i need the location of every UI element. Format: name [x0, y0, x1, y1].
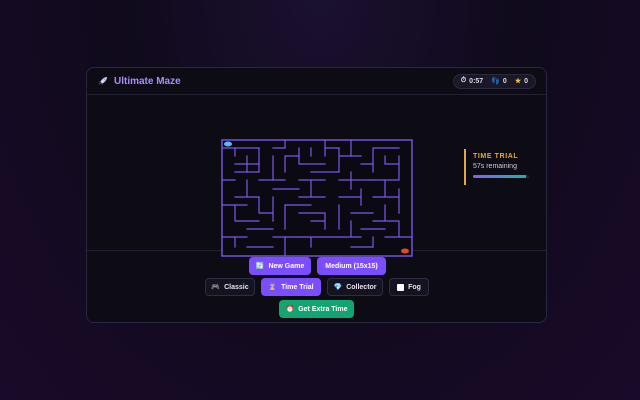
extra-time-button[interactable]: ⏰ Get Extra Time	[279, 300, 354, 318]
mode-row: 🎮 Classic ⏳ Time Trial 💎 Collector Fog	[205, 278, 429, 296]
time-trial-title: TIME TRIAL	[473, 153, 519, 160]
new-game-label: New Game	[268, 262, 305, 270]
difficulty-label: Medium (15x15)	[325, 262, 378, 270]
mode-time-trial-label: Time Trial	[281, 283, 314, 291]
time-progress-fill	[473, 175, 527, 178]
difficulty-button[interactable]: Medium (15x15)	[317, 257, 386, 275]
app-title: Ultimate Maze	[97, 75, 181, 87]
mode-fog-label: Fog	[408, 283, 421, 291]
stars-stat: ★ 0	[514, 77, 528, 86]
mode-collector-button[interactable]: 💎 Collector	[327, 278, 383, 296]
primary-row: 🔄 New Game Medium (15x15)	[249, 257, 386, 275]
mode-fog-button[interactable]: Fog	[389, 278, 429, 296]
mode-classic-label: Classic	[224, 283, 249, 291]
gamepad-icon: 🎮	[211, 284, 221, 291]
extra-row: ⏰ Get Extra Time	[279, 300, 354, 318]
mode-time-trial-button[interactable]: ⏳ Time Trial	[261, 278, 321, 296]
stats-bar: ⏱ 0:57 👣 0 ★ 0	[452, 73, 536, 89]
moves-stat: 👣 0	[491, 77, 507, 86]
refresh-icon: 🔄	[255, 263, 265, 270]
new-game-button[interactable]: 🔄 New Game	[249, 257, 311, 275]
player-marker	[224, 141, 232, 147]
mode-classic-button[interactable]: 🎮 Classic	[205, 278, 255, 296]
maze-board[interactable]	[221, 139, 413, 257]
stars-value: 0	[524, 77, 528, 85]
mode-collector-label: Collector	[346, 283, 377, 291]
maze-border	[221, 139, 413, 257]
game-card: Ultimate Maze ⏱ 0:57 👣 0 ★ 0 TIME TRIAL …	[86, 67, 547, 323]
clock-icon: ⏰	[285, 306, 295, 313]
extra-time-label: Get Extra Time	[298, 305, 348, 313]
app-title-text: Ultimate Maze	[114, 75, 181, 87]
square-icon	[397, 283, 405, 291]
gem-icon: 💎	[333, 284, 343, 291]
game-area: TIME TRIAL 57s remaining	[87, 95, 546, 257]
footprints-icon: 👣	[491, 78, 500, 85]
timer-stat: ⏱ 0:57	[461, 77, 483, 85]
hourglass-icon: ⏳	[268, 284, 278, 291]
time-remaining-text: 57s remaining	[473, 163, 517, 170]
header: Ultimate Maze ⏱ 0:57 👣 0 ★ 0	[87, 68, 546, 95]
stopwatch-icon: ⏱	[460, 77, 467, 84]
moves-value: 0	[502, 77, 507, 85]
goal-marker	[401, 248, 409, 254]
rocket-icon	[99, 77, 107, 85]
time-trial-panel: TIME TRIAL 57s remaining	[464, 149, 534, 185]
time-progress-track	[473, 175, 529, 178]
star-icon: ★	[514, 78, 522, 85]
timer-value: 0:57	[469, 77, 484, 85]
